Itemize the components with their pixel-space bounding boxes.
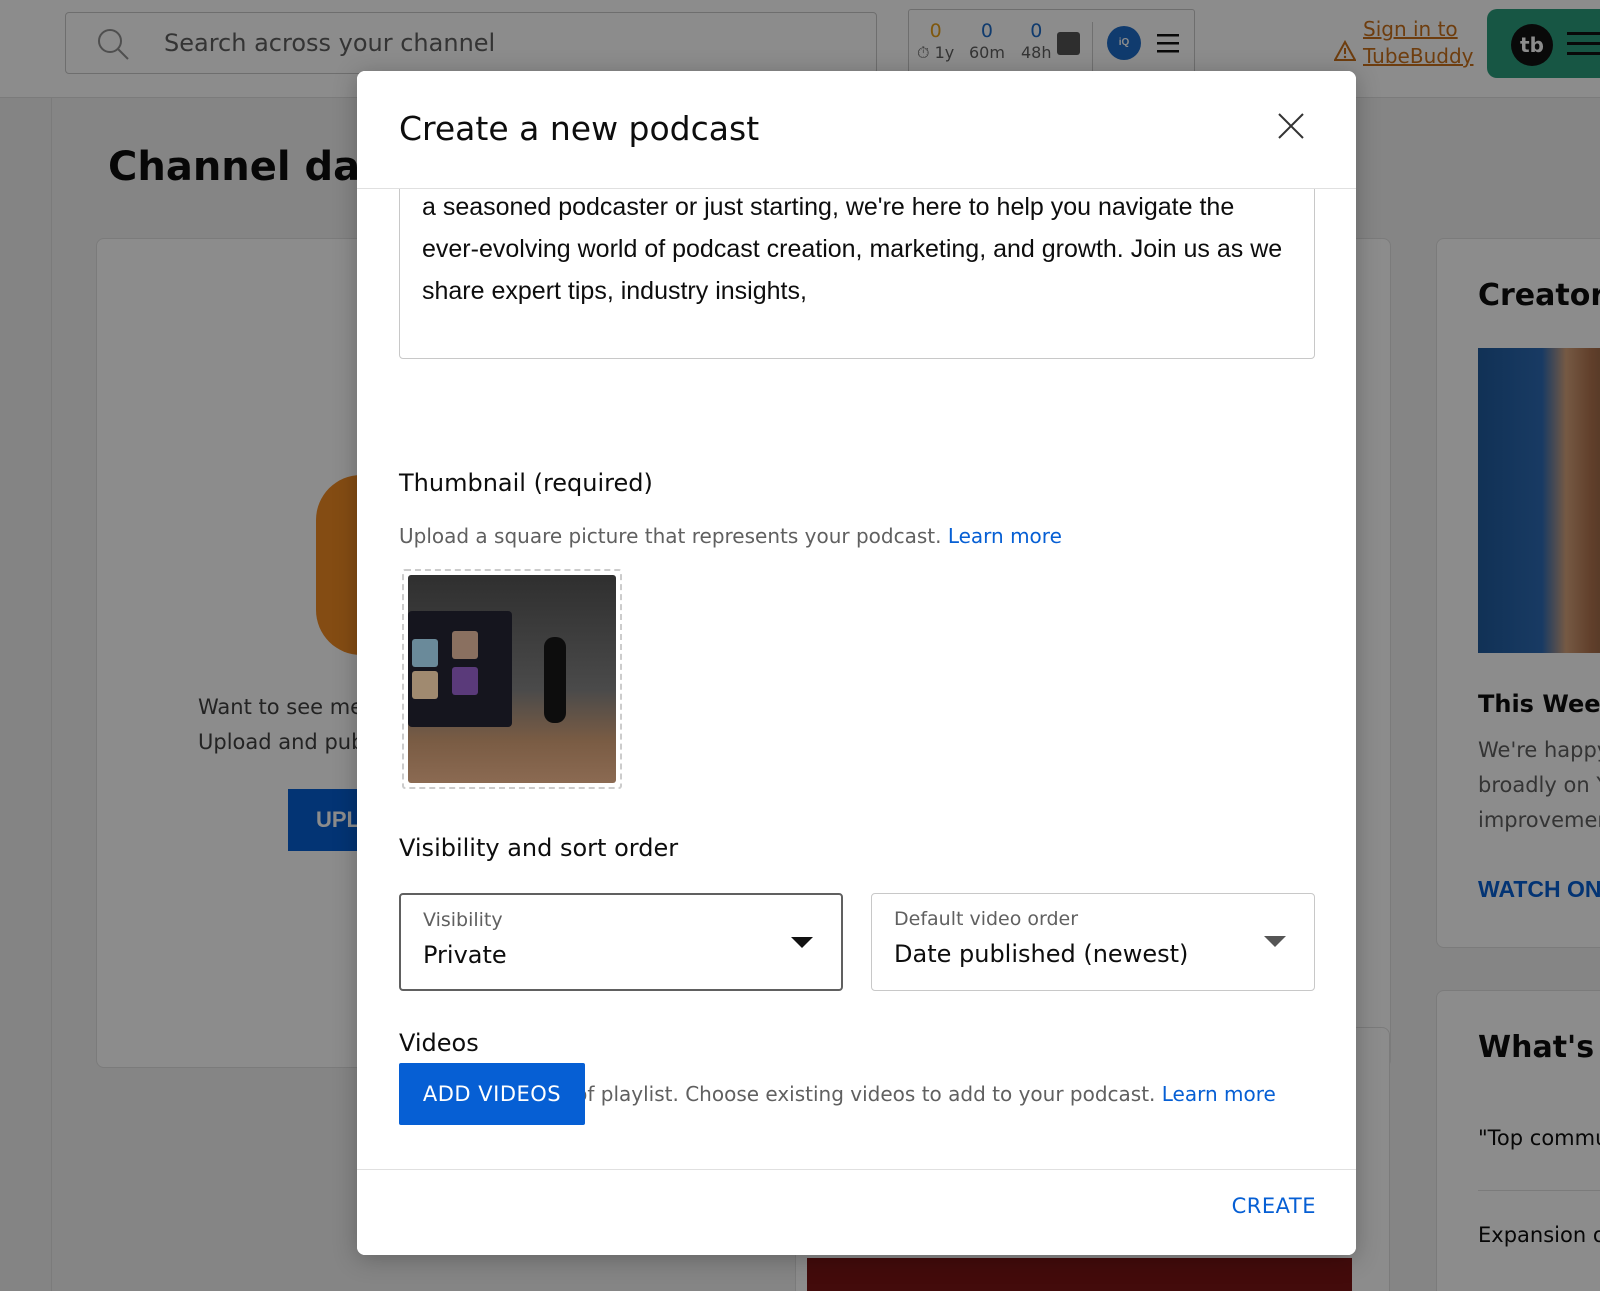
visibility-label: Visibility [423, 909, 503, 931]
add-videos-button[interactable]: ADD VIDEOS [399, 1063, 585, 1125]
visibility-section-title: Visibility and sort order [399, 834, 679, 862]
thumbnail-helper: Upload a square picture that represents … [399, 524, 1062, 548]
dialog-footer: CREATE [357, 1169, 1356, 1255]
sort-order-value: Date published (newest) [894, 940, 1189, 968]
microphone-graphic [544, 637, 566, 723]
thumbnail-learn-more-link[interactable]: Learn more [948, 524, 1062, 548]
create-button[interactable]: CREATE [1232, 1194, 1316, 1218]
visibility-select[interactable]: Visibility Private [399, 893, 843, 991]
dialog-header: Create a new podcast [357, 71, 1356, 189]
thumbnail-helper-text: Upload a square picture that represents … [399, 524, 942, 548]
thumbnail-upload[interactable] [402, 569, 622, 789]
caret-down-icon [1264, 936, 1286, 947]
dialog-body: Welcome to the ultimate destination for … [357, 129, 1356, 1169]
visibility-value: Private [423, 941, 507, 969]
video-call-tile [412, 639, 438, 667]
video-call-tile [412, 671, 438, 699]
sort-order-label: Default video order [894, 908, 1079, 930]
videos-section-title: Videos [399, 1029, 479, 1057]
laptop-graphic [408, 611, 512, 727]
dialog-title: Create a new podcast [399, 109, 760, 148]
sort-order-select[interactable]: Default video order Date published (newe… [871, 893, 1315, 991]
caret-down-icon [791, 937, 813, 948]
create-podcast-dialog: Create a new podcast Welcome to the ulti… [357, 71, 1356, 1255]
thumbnail-section-title: Thumbnail (required) [399, 469, 653, 497]
close-icon[interactable] [1274, 109, 1308, 143]
thumbnail-image [408, 575, 616, 783]
video-call-tile [452, 631, 478, 659]
videos-learn-more-link[interactable]: Learn more [1162, 1082, 1276, 1106]
video-call-tile [452, 667, 478, 695]
